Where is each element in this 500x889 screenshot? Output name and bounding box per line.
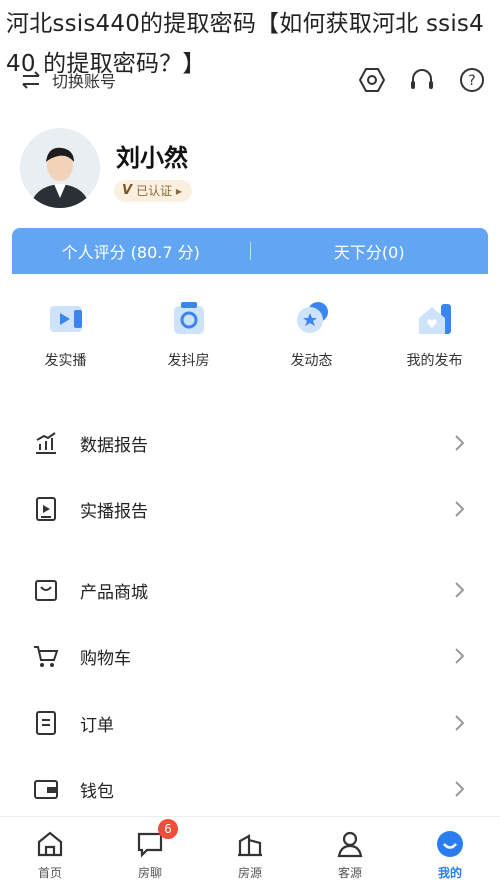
verified-label: 已认证 ▸ xyxy=(136,184,182,198)
quick-action-label: 发抖房 xyxy=(167,353,210,369)
menu-product-mall[interactable]: 产品商城 xyxy=(0,557,500,623)
profile-card[interactable]: 刘小然 V 已认证 ▸ xyxy=(20,128,480,208)
chevron-right-icon xyxy=(455,582,465,598)
building-icon xyxy=(238,834,262,857)
cart-icon xyxy=(34,646,59,667)
chevron-right-icon xyxy=(455,715,465,731)
quick-actions: 发实播 发抖房 发动态 我的发布 xyxy=(0,298,500,370)
quick-action-post[interactable]: 发动态 xyxy=(257,298,367,370)
order-icon xyxy=(36,711,56,735)
menu-label: 订单 xyxy=(80,715,114,736)
quick-action-douyin[interactable]: 发抖房 xyxy=(134,298,244,370)
house-icon xyxy=(418,304,451,334)
avatar[interactable] xyxy=(20,128,100,208)
tab-label: 首页 xyxy=(37,866,62,880)
quick-action-label: 发实播 xyxy=(44,353,87,369)
chevron-right-icon xyxy=(455,501,465,517)
menu-label: 购物车 xyxy=(80,648,131,669)
bottom-tab-bar: 首页 6 房聊 房源 客源 我的 xyxy=(0,816,500,889)
menu-label: 数据报告 xyxy=(80,435,148,456)
me-icon xyxy=(437,831,463,857)
star-bubble-icon xyxy=(296,302,328,333)
verified-badge[interactable]: V 已认证 ▸ xyxy=(114,180,192,202)
personal-score[interactable]: 个人评分 (80.7 分) xyxy=(12,239,250,263)
wallet-icon xyxy=(34,780,58,799)
tab-me[interactable]: 我的 xyxy=(400,817,500,889)
tab-home[interactable]: 首页 xyxy=(0,817,100,889)
quick-action-label: 发动态 xyxy=(290,353,333,369)
menu-cart[interactable]: 购物车 xyxy=(0,623,500,689)
menu-live-report[interactable]: 实播报告 xyxy=(0,476,500,542)
tab-label: 我的 xyxy=(437,866,462,880)
camera-icon xyxy=(173,302,204,334)
home-icon xyxy=(37,831,63,857)
chevron-right-icon xyxy=(455,648,465,664)
menu-orders[interactable]: 订单 xyxy=(0,690,500,756)
tab-label: 客源 xyxy=(337,866,362,880)
quick-action-label: 我的发布 xyxy=(406,353,463,369)
shop-icon xyxy=(35,580,57,601)
verified-mark: V xyxy=(122,183,133,198)
chart-icon xyxy=(36,432,56,454)
video-icon xyxy=(49,306,82,332)
person-icon xyxy=(337,831,363,858)
overlay-title: 河北ssis440的提取密码【如何获取河北 ssis440 的提取密码？】 xyxy=(6,11,484,77)
menu-label: 实播报告 xyxy=(80,501,148,522)
tianxia-score[interactable]: 天下分(0) xyxy=(251,239,489,263)
menu-label: 钱包 xyxy=(80,781,114,802)
score-bar: 个人评分 (80.7 分) 天下分(0) xyxy=(12,228,488,274)
menu-label: 产品商城 xyxy=(80,582,148,603)
tab-chat[interactable]: 6 房聊 xyxy=(100,817,200,889)
tab-label: 房聊 xyxy=(137,866,162,880)
unread-count-badge: 6 xyxy=(158,819,178,839)
chevron-right-icon xyxy=(455,435,465,451)
tab-clients[interactable]: 客源 xyxy=(300,817,400,889)
play-doc-icon xyxy=(36,497,56,521)
user-name: 刘小然 xyxy=(116,144,188,172)
chevron-right-icon xyxy=(455,781,465,797)
menu-data-report[interactable]: 数据报告 xyxy=(0,410,500,476)
tab-listings[interactable]: 房源 xyxy=(200,817,300,889)
quick-action-live[interactable]: 发实播 xyxy=(11,298,121,370)
menu-wallet[interactable]: 钱包 xyxy=(0,756,500,822)
quick-action-my-posts[interactable]: 我的发布 xyxy=(380,298,490,370)
tab-label: 房源 xyxy=(237,866,262,880)
